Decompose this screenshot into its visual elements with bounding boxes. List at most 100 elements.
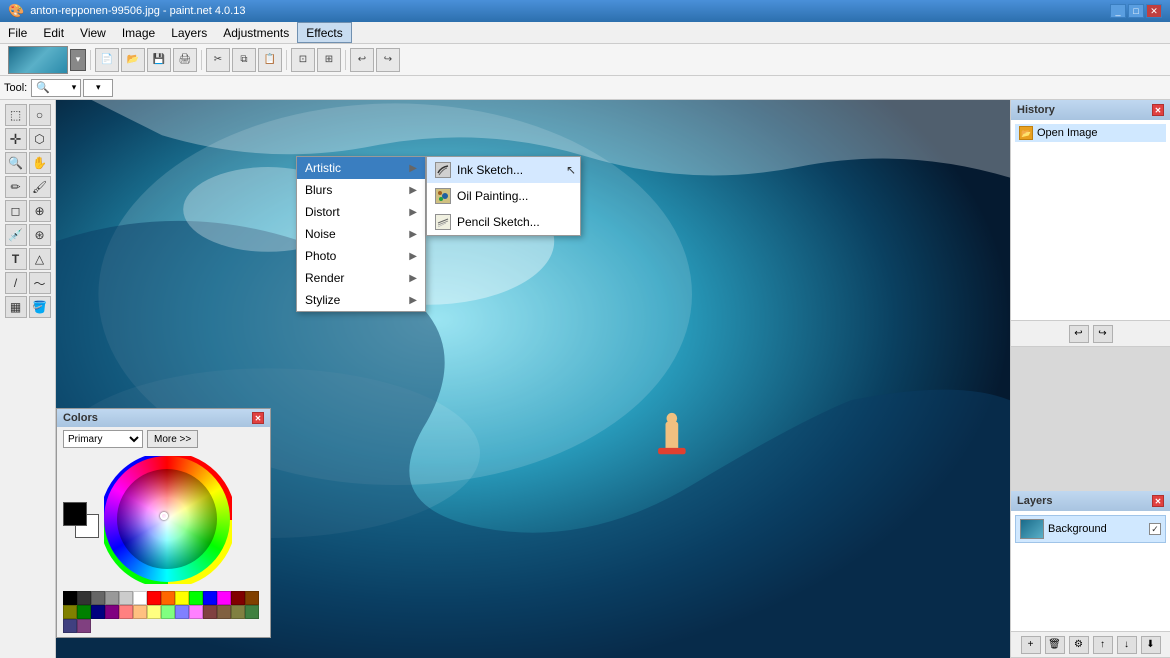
gradient-tool[interactable]: ▦ [5, 296, 27, 318]
thumbnail-dropdown[interactable]: ▾ [70, 49, 86, 71]
redo-button[interactable]: ↪ [376, 48, 400, 72]
palette-color-swatch[interactable] [119, 591, 133, 605]
palette-color-swatch[interactable] [77, 605, 91, 619]
layer-visibility-checkbox[interactable]: ✓ [1149, 523, 1161, 535]
menu-effects[interactable]: Effects [297, 22, 351, 43]
color-wheel[interactable] [103, 455, 233, 585]
palette-color-swatch[interactable] [147, 591, 161, 605]
history-item-open-image[interactable]: 📂 Open Image [1015, 124, 1166, 142]
history-undo-button[interactable]: ↩ [1069, 325, 1089, 343]
move-layer-down-button[interactable]: ↓ [1117, 636, 1137, 654]
move-tool[interactable]: ✛ [5, 128, 27, 150]
palette-color-swatch[interactable] [105, 591, 119, 605]
zoom-tool[interactable]: 🔍 [5, 152, 27, 174]
palette-color-swatch[interactable] [217, 605, 231, 619]
close-button[interactable]: ✕ [1146, 4, 1162, 18]
more-colors-button[interactable]: More >> [147, 430, 198, 448]
select-all-button[interactable]: ⊞ [317, 48, 341, 72]
palette-color-swatch[interactable] [161, 605, 175, 619]
shapes-tool[interactable]: △ [29, 248, 51, 270]
palette-color-swatch[interactable] [245, 605, 259, 619]
move-layer-up-button[interactable]: ↑ [1093, 636, 1113, 654]
palette-color-swatch[interactable] [77, 619, 91, 633]
freeform-tool[interactable]: 〜 [29, 272, 51, 294]
paste-button[interactable]: 📋 [258, 48, 282, 72]
effects-stylize-item[interactable]: Stylize ▶ [297, 289, 425, 311]
cut-button[interactable]: ✂ [206, 48, 230, 72]
palette-color-swatch[interactable] [231, 591, 245, 605]
print-button[interactable]: 🖨 [173, 48, 197, 72]
palette-color-swatch[interactable] [175, 591, 189, 605]
delete-layer-button[interactable]: 🗑 [1045, 636, 1065, 654]
layer-properties-button[interactable]: ⚙ [1069, 636, 1089, 654]
clone-tool[interactable]: ⊕ [29, 200, 51, 222]
text-tool[interactable]: T [5, 248, 27, 270]
rectangle-select-tool[interactable]: ⬚ [5, 104, 27, 126]
palette-color-swatch[interactable] [231, 605, 245, 619]
pencil-sketch-item[interactable]: Pencil Sketch... [427, 209, 580, 235]
palette-color-swatch[interactable] [203, 605, 217, 619]
palette-color-swatch[interactable] [161, 591, 175, 605]
line-tool[interactable]: / [5, 272, 27, 294]
layers-panel-close[interactable]: ✕ [1152, 495, 1164, 507]
foreground-color-swatch[interactable] [63, 502, 87, 526]
menu-view[interactable]: View [72, 22, 114, 43]
ink-sketch-item[interactable]: Ink Sketch... ↖ [427, 157, 580, 183]
palette-color-swatch[interactable] [133, 591, 147, 605]
palette-color-swatch[interactable] [91, 605, 105, 619]
tool-options-extra[interactable]: ▾ [83, 79, 113, 97]
magic-wand-tool[interactable]: ⬡ [29, 128, 51, 150]
minimize-button[interactable]: _ [1110, 4, 1126, 18]
undo-button[interactable]: ↩ [350, 48, 374, 72]
open-button[interactable]: 📂 [121, 48, 145, 72]
palette-color-swatch[interactable] [189, 591, 203, 605]
oil-painting-item[interactable]: Oil Painting... [427, 183, 580, 209]
fill-tool[interactable]: 🪣 [29, 296, 51, 318]
palette-color-swatch[interactable] [245, 591, 259, 605]
pan-tool[interactable]: ✋ [29, 152, 51, 174]
brush-tool[interactable]: 🖌 [29, 176, 51, 198]
colors-panel-close[interactable]: ✕ [252, 412, 264, 424]
palette-color-swatch[interactable] [119, 605, 133, 619]
palette-color-swatch[interactable] [203, 591, 217, 605]
palette-color-swatch[interactable] [63, 619, 77, 633]
lasso-tool[interactable]: ○ [29, 104, 51, 126]
palette-color-swatch[interactable] [189, 605, 203, 619]
palette-color-swatch[interactable] [77, 591, 91, 605]
effects-photo-item[interactable]: Photo ▶ [297, 245, 425, 267]
effects-render-item[interactable]: Render ▶ [297, 267, 425, 289]
history-redo-button[interactable]: ↪ [1093, 325, 1113, 343]
tool-selector[interactable]: 🔍 ▾ [31, 79, 81, 97]
effects-noise-item[interactable]: Noise ▶ [297, 223, 425, 245]
history-panel-close[interactable]: ✕ [1152, 104, 1164, 116]
palette-color-swatch[interactable] [147, 605, 161, 619]
menu-adjustments[interactable]: Adjustments [215, 22, 297, 43]
maximize-button[interactable]: □ [1128, 4, 1144, 18]
primary-secondary-select[interactable]: Primary Secondary [63, 430, 143, 448]
pencil-tool[interactable]: ✏ [5, 176, 27, 198]
layer-item-background[interactable]: Background ✓ [1015, 515, 1166, 543]
menu-image[interactable]: Image [114, 22, 163, 43]
menu-file[interactable]: File [0, 22, 35, 43]
copy-button[interactable]: ⧉ [232, 48, 256, 72]
merge-layers-button[interactable]: ⬇ [1141, 636, 1161, 654]
eraser-tool[interactable]: ◻ [5, 200, 27, 222]
palette-color-swatch[interactable] [91, 591, 105, 605]
deselect-button[interactable]: ⊡ [291, 48, 315, 72]
recolor-tool[interactable]: ⊛ [29, 224, 51, 246]
palette-color-swatch[interactable] [175, 605, 189, 619]
menu-layers[interactable]: Layers [163, 22, 215, 43]
palette-color-swatch[interactable] [133, 605, 147, 619]
palette-color-swatch[interactable] [63, 591, 77, 605]
palette-color-swatch[interactable] [63, 605, 77, 619]
effects-artistic-item[interactable]: Artistic ▶ [297, 157, 425, 179]
palette-color-swatch[interactable] [217, 591, 231, 605]
palette-color-swatch[interactable] [105, 605, 119, 619]
effects-blurs-item[interactable]: Blurs ▶ [297, 179, 425, 201]
new-button[interactable]: 📄 [95, 48, 119, 72]
add-layer-button[interactable]: + [1021, 636, 1041, 654]
menu-edit[interactable]: Edit [35, 22, 72, 43]
effects-distort-item[interactable]: Distort ▶ [297, 201, 425, 223]
save-button[interactable]: 💾 [147, 48, 171, 72]
eyedropper-tool[interactable]: 💉 [5, 224, 27, 246]
